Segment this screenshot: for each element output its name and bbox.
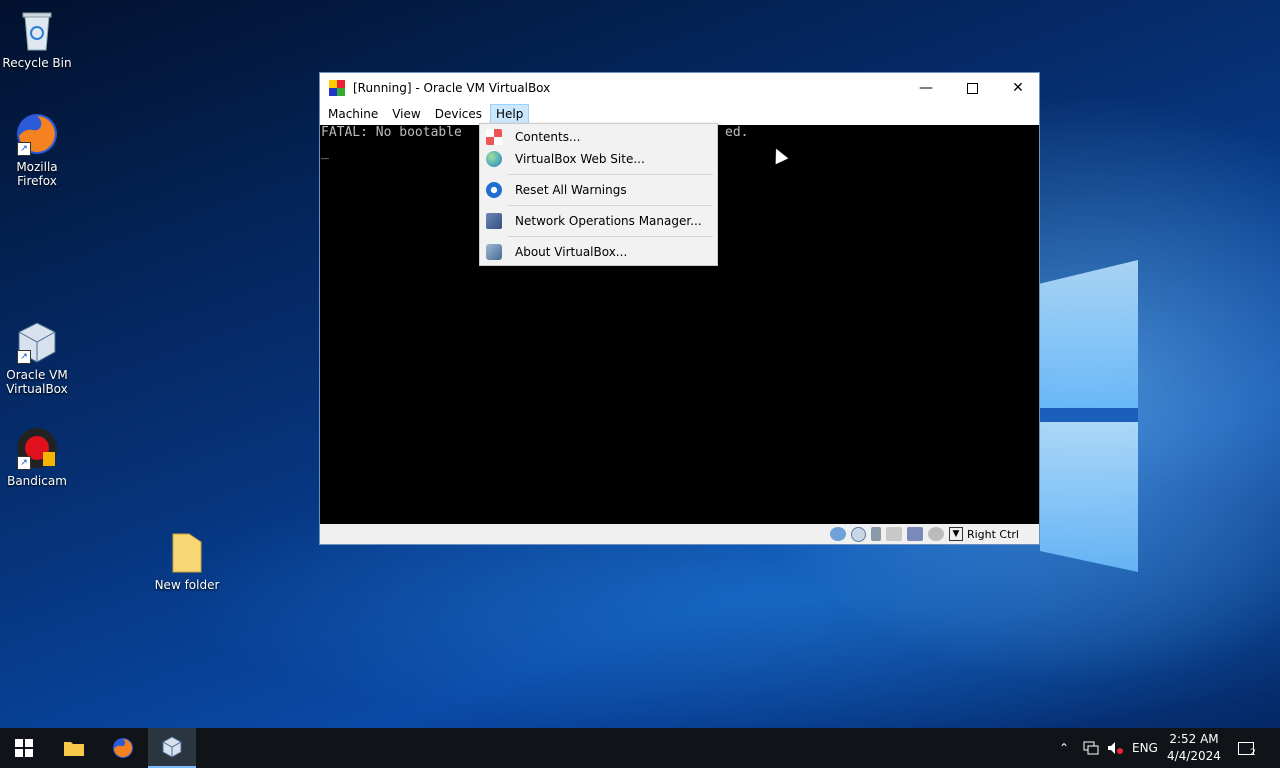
help-menu-dropdown: Contents... VirtualBox Web Site... Reset… [479, 123, 718, 266]
windows-logo-wallpaper [1040, 260, 1140, 580]
desktop-icon-recycle-bin[interactable]: Recycle Bin [1, 8, 73, 70]
folder-icon [165, 530, 209, 574]
logo-pane-top [1040, 260, 1138, 408]
host-key-label: Right Ctrl [966, 527, 1019, 541]
window-title: [Running] - Oracle VM VirtualBox [353, 81, 551, 95]
recycle-bin-icon [15, 8, 59, 52]
menu-help[interactable]: Help [490, 104, 530, 124]
virtualbox-cube-icon: ↗ [15, 320, 59, 364]
menu-separator [508, 236, 713, 237]
menu-item-contents[interactable]: Contents... [480, 126, 717, 148]
network-adapter-icon[interactable] [927, 527, 944, 541]
shortcut-arrow-icon: ↗ [17, 456, 31, 470]
menu-item-network-manager[interactable]: Network Operations Manager... [480, 210, 717, 232]
start-button[interactable] [0, 728, 48, 768]
host-key-indicator[interactable]: ▼ Right Ctrl [948, 527, 1019, 541]
taskbar-file-explorer[interactable] [50, 728, 98, 768]
menu-separator [508, 174, 713, 175]
network-icon [486, 213, 502, 229]
volume-muted-icon [1108, 742, 1123, 754]
menu-devices[interactable]: Devices [429, 104, 488, 124]
action-center-button[interactable]: 2 [1238, 728, 1256, 768]
desktop-icon-bandicam[interactable]: ↗ Bandicam [1, 426, 73, 488]
text-cursor: _ [321, 145, 329, 160]
down-arrow-icon: ▼ [948, 527, 963, 541]
input-language-indicator[interactable]: ENG [1132, 728, 1158, 768]
windows-start-icon [15, 739, 33, 757]
file-explorer-icon [64, 742, 84, 756]
logo-gap [1040, 408, 1138, 422]
close-button[interactable]: ✕ [995, 73, 1041, 103]
maximize-button[interactable] [949, 73, 995, 103]
shortcut-arrow-icon: ↗ [17, 142, 31, 156]
taskbar-clock[interactable]: 2:52 AM 4/4/2024 [1160, 731, 1228, 765]
show-hidden-icons-button[interactable]: ⌃ [1059, 728, 1069, 768]
menu-machine[interactable]: Machine [322, 104, 384, 124]
taskbar: ⌃ ENG 2:52 AM 4/4/2024 2 [0, 728, 1280, 768]
close-icon: ✕ [1012, 80, 1024, 96]
status-bar: ▼ Right Ctrl [320, 524, 1039, 544]
maximize-icon [966, 82, 978, 94]
virtualbox-cube-icon [162, 736, 182, 758]
minimize-button[interactable]: — [903, 73, 949, 103]
contents-icon [486, 129, 502, 145]
network-tray-icon[interactable] [1083, 728, 1099, 768]
network-icon [1083, 741, 1099, 755]
virtualbox-icon [486, 244, 502, 260]
bandicam-icon: ↗ [15, 426, 59, 470]
title-bar[interactable]: [Running] - Oracle VM VirtualBox — ✕ [320, 73, 1039, 103]
menu-separator [508, 205, 713, 206]
shared-folder-icon[interactable] [885, 527, 902, 541]
logo-pane-bottom [1040, 422, 1138, 572]
shortcut-arrow-icon: ↗ [17, 350, 31, 364]
vm-os-icon [329, 80, 345, 96]
menu-bar: Machine View Devices Help [320, 103, 1039, 125]
firefox-icon: ↗ [15, 112, 59, 156]
notification-icon [1238, 741, 1254, 755]
globe-icon [486, 151, 502, 167]
hard-disk-icon[interactable] [829, 527, 846, 541]
menu-view[interactable]: View [386, 104, 426, 124]
taskbar-virtualbox[interactable] [148, 728, 196, 768]
boot-message: FATAL: No bootable [321, 125, 462, 140]
boot-message-tail: ed. [725, 125, 749, 140]
menu-item-about[interactable]: About VirtualBox... [480, 241, 717, 263]
chevron-up-icon: ⌃ [1059, 741, 1070, 755]
usb-icon[interactable] [870, 527, 881, 541]
menu-item-reset-warnings[interactable]: Reset All Warnings [480, 179, 717, 201]
taskbar-firefox[interactable] [99, 728, 147, 768]
minimize-icon: — [919, 80, 933, 96]
clock-date: 4/4/2024 [1167, 749, 1221, 763]
clock-time: 2:52 AM [1169, 732, 1219, 746]
display-icon[interactable] [906, 527, 923, 541]
desktop-icon-firefox[interactable]: ↗ Mozilla Firefox [1, 112, 73, 188]
desktop-icon-virtualbox[interactable]: ↗ Oracle VM VirtualBox [1, 320, 73, 396]
firefox-icon [113, 738, 133, 758]
reset-icon [486, 182, 502, 198]
volume-tray-icon[interactable] [1107, 728, 1125, 768]
desktop-icon-new-folder[interactable]: New folder [151, 530, 223, 592]
menu-item-website[interactable]: VirtualBox Web Site... [480, 148, 717, 170]
optical-drive-icon[interactable] [850, 526, 866, 542]
